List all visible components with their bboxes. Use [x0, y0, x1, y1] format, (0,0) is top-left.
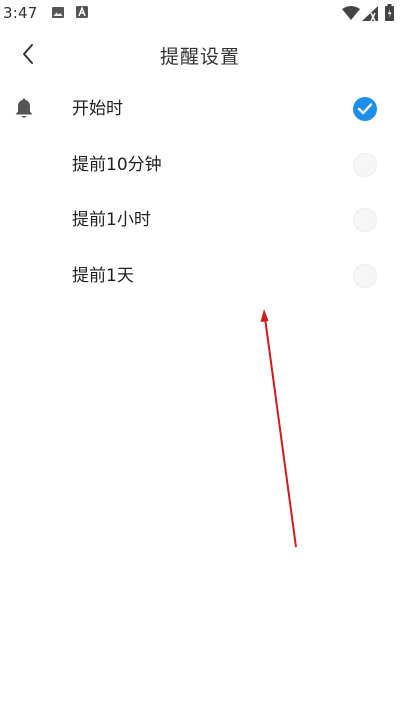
app-bar: 提醒设置	[0, 26, 400, 82]
image-icon	[52, 7, 64, 18]
option-label: 提前10分钟	[72, 154, 162, 175]
bell-icon	[15, 98, 33, 118]
status-bar: 3:47	[0, 0, 400, 26]
checkmark-icon	[357, 103, 373, 115]
status-time: 3:47	[3, 4, 38, 22]
page-title: 提醒设置	[159, 46, 240, 68]
reminder-option-list: 开始时 提前10分钟 提前1小时 提前1天	[0, 82, 400, 304]
option-label: 提前1天	[72, 265, 134, 286]
radio-unchecked[interactable]	[353, 208, 377, 232]
radio-checked[interactable]	[353, 97, 377, 121]
battery-icon	[385, 4, 394, 21]
reminder-settings-screen: 3:47 提醒设置 开始时 提前10分钟 提前1小时 提前1天	[0, 0, 400, 711]
option-1-hour-before[interactable]: 提前1小时	[0, 193, 400, 249]
option-label: 开始时	[72, 99, 123, 119]
option-label: 提前1小时	[72, 210, 151, 230]
signal-icon	[362, 6, 378, 21]
a-icon	[76, 6, 88, 18]
option-at-start[interactable]: 开始时	[0, 82, 400, 138]
radio-unchecked[interactable]	[353, 152, 377, 177]
option-1-day-before[interactable]: 提前1天	[0, 249, 400, 305]
option-10-minutes-before[interactable]: 提前10分钟	[0, 138, 400, 194]
wifi-icon	[342, 6, 360, 20]
radio-unchecked[interactable]	[353, 263, 377, 288]
